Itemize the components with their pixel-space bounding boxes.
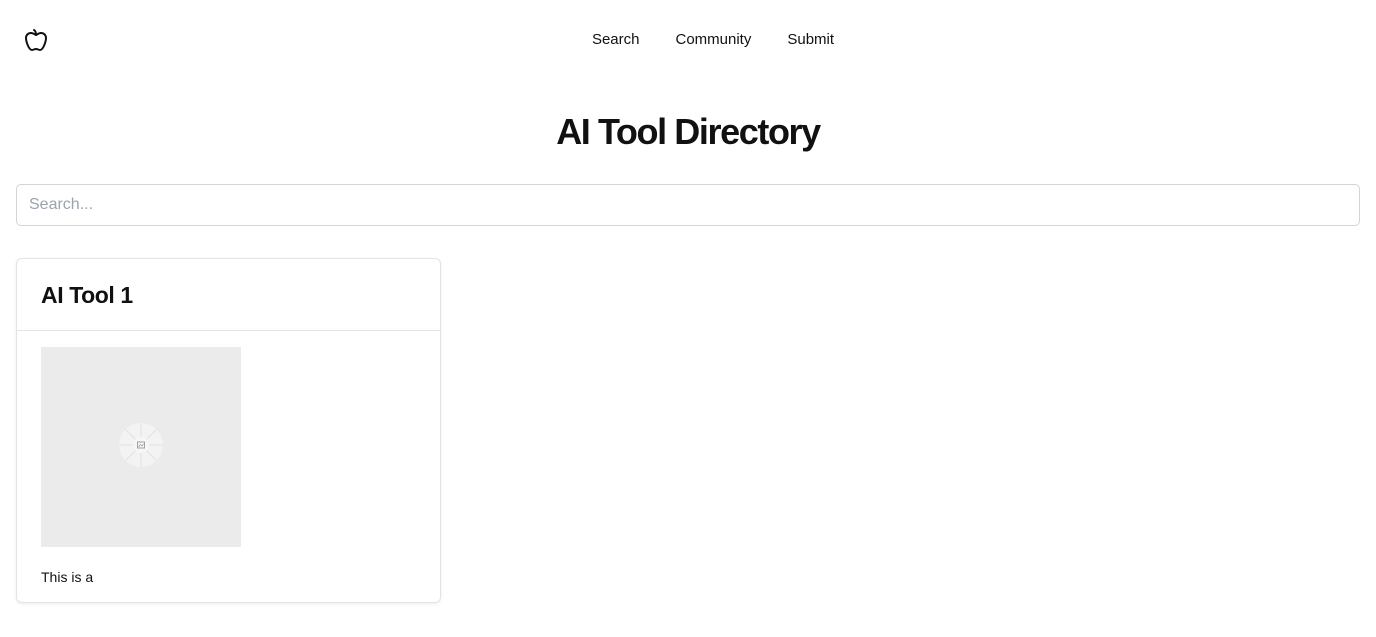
tool-card[interactable]: AI Tool 1 This is a xyxy=(16,258,441,603)
tool-card-header: AI Tool 1 xyxy=(17,259,440,331)
main-nav: Search Community Submit xyxy=(0,29,1376,51)
top-navigation: Search Community Submit xyxy=(0,0,1376,80)
tool-card-title: AI Tool 1 xyxy=(41,282,133,308)
page-title: AI Tool Directory xyxy=(556,111,821,152)
search-input[interactable] xyxy=(16,184,1360,226)
broken-image-icon xyxy=(118,422,164,473)
tool-thumbnail xyxy=(41,347,241,547)
tool-card-body: This is a xyxy=(17,331,440,587)
nav-search-link[interactable]: Search xyxy=(592,29,640,51)
nav-community-link[interactable]: Community xyxy=(675,29,751,51)
nav-submit-link[interactable]: Submit xyxy=(787,29,834,51)
search-bar xyxy=(16,184,1360,226)
tool-card-description: This is a xyxy=(41,569,94,585)
